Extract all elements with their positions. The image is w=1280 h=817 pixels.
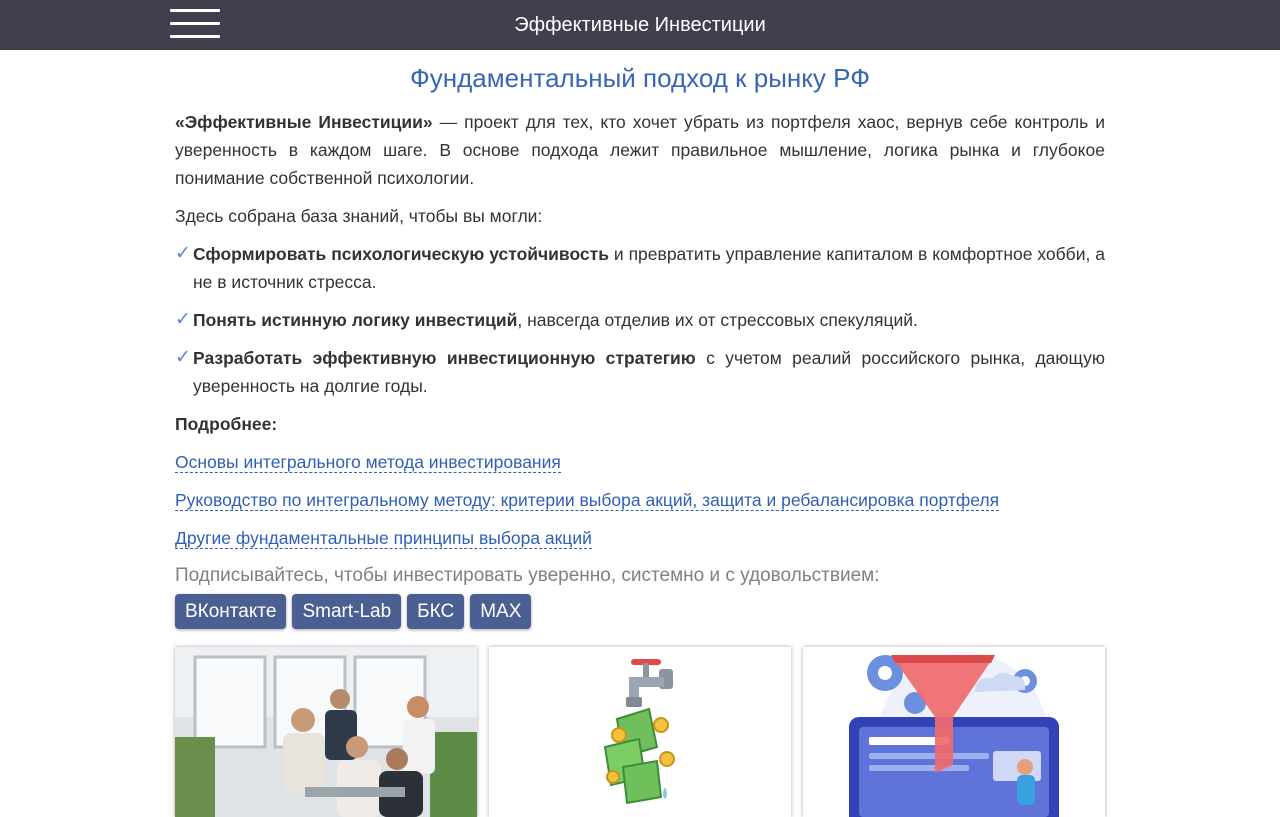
top-navbar: Эффективные Инвестиции xyxy=(0,0,1280,50)
benefits-list: ✓ Сформировать психологическую устойчивос… xyxy=(175,240,1105,400)
subscribe-text: Подписывайтесь, чтобы инвестировать увер… xyxy=(175,565,880,586)
card-team[interactable] xyxy=(175,647,477,817)
card-money-faucet[interactable] xyxy=(489,647,791,817)
checkmark-icon: ✓ xyxy=(175,347,191,368)
link-stock-selection-principles[interactable]: Другие фундаментальные принципы выбора а… xyxy=(175,528,592,549)
checkmark-icon: ✓ xyxy=(175,243,191,264)
point-bold: Понять истинную логику инвестиций xyxy=(193,310,518,330)
smart-lab-button[interactable]: Smart-Lab xyxy=(292,594,402,629)
list-item: ✓ Понять истинную логику инвестиций, навс… xyxy=(175,306,1105,334)
card-funnel-dashboard[interactable] xyxy=(803,647,1105,817)
lead-text: Здесь собрана база знаний, чтобы вы могл… xyxy=(175,206,543,226)
site-title[interactable]: Эффективные Инвестиции xyxy=(0,0,1280,50)
bks-button[interactable]: БКС xyxy=(407,594,465,629)
main-content: Фундаментальный подход к рынку РФ «Эффек… xyxy=(175,60,1105,629)
vkontakte-button[interactable]: ВКонтакте xyxy=(175,594,287,629)
point-bold: Сформировать психологическую устойчивост… xyxy=(193,244,609,264)
intro-project-name: «Эффективные Инвестиции» xyxy=(175,112,433,132)
more-label: Подробнее: xyxy=(175,414,278,434)
money-faucet-icon xyxy=(489,647,791,817)
list-item: ✓ Разработать эффективную инвестиционную … xyxy=(175,344,1105,400)
article-cards xyxy=(175,647,1105,817)
checkmark-icon: ✓ xyxy=(175,309,191,330)
list-item: ✓ Сформировать психологическую устойчивос… xyxy=(175,240,1105,296)
max-button[interactable]: MAX xyxy=(470,594,532,629)
point-text: , навсегда отделив их от стрессовых спек… xyxy=(517,310,918,330)
intro-paragraph: «Эффективные Инвестиции» — проект для те… xyxy=(175,108,1105,192)
link-integral-method-guide[interactable]: Руководство по интегральному методу: кри… xyxy=(175,490,1000,511)
funnel-dashboard-icon xyxy=(803,647,1105,817)
team-photo xyxy=(175,647,477,817)
link-integral-method-basics[interactable]: Основы интегрального метода инвестирован… xyxy=(175,452,561,473)
social-buttons: ВКонтакте Smart-Lab БКС MAX xyxy=(175,594,1105,629)
point-bold: Разработать эффективную инвестиционную с… xyxy=(193,348,696,368)
page-title: Фундаментальный подход к рынку РФ xyxy=(410,63,870,93)
